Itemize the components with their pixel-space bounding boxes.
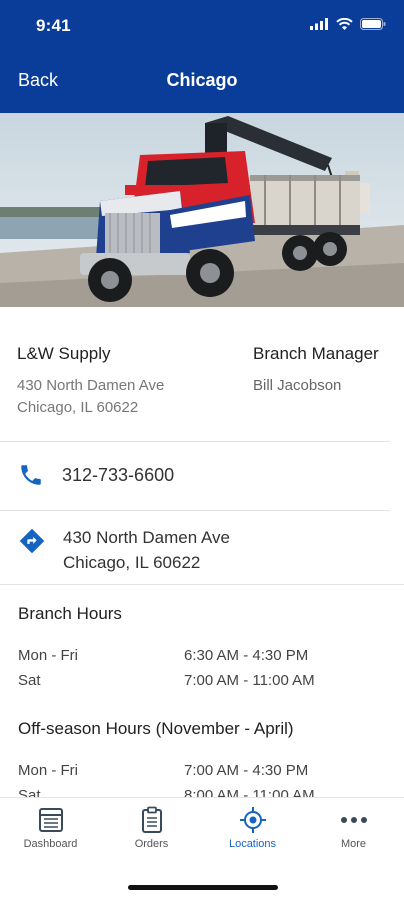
status-icons xyxy=(310,18,386,30)
status-time: 9:41 xyxy=(36,16,71,35)
battery-icon xyxy=(360,18,386,30)
dashboard-icon xyxy=(38,808,63,832)
wifi-icon xyxy=(336,18,353,30)
hours-time: 7:00 AM - 11:00 AM xyxy=(184,672,315,689)
branch-address-line2: Chicago, IL 60622 xyxy=(17,399,139,416)
tab-label: Orders xyxy=(134,838,169,850)
tab-label: Dashboard xyxy=(23,838,78,850)
hours-day: Mon - Fri xyxy=(18,762,78,779)
hours-time: 7:00 AM - 4:30 PM xyxy=(184,762,309,779)
app-header: 9:41 Back Chicago xyxy=(0,0,404,113)
clipboard-icon xyxy=(141,806,162,833)
branch-address-line1: 430 North Damen Ave xyxy=(17,377,165,394)
location-target-icon xyxy=(239,807,266,833)
branch-info: L&W Supply 430 North Damen Ave Chicago, … xyxy=(0,307,404,441)
tab-orders[interactable]: Orders xyxy=(101,806,202,858)
more-dots-icon xyxy=(340,817,367,823)
hours-day: Sat xyxy=(18,787,41,797)
manager-title: Branch Manager xyxy=(253,344,379,363)
home-indicator[interactable] xyxy=(128,885,278,890)
phone-number[interactable]: 312-733-6600 xyxy=(62,465,174,486)
company-name: L&W Supply xyxy=(17,344,111,363)
back-button[interactable]: Back xyxy=(18,70,58,91)
manager-name: Bill Jacobson xyxy=(253,377,342,394)
hours-time: 8:00 AM - 11:00 AM xyxy=(184,787,315,797)
page-title: Chicago xyxy=(166,70,238,90)
hours-day: Sat xyxy=(18,672,41,689)
branch-photo xyxy=(0,113,404,307)
status-bar: 9:41 xyxy=(0,0,404,52)
branch-details: L&W Supply 430 North Damen Ave Chicago, … xyxy=(0,307,404,797)
tab-more[interactable]: More xyxy=(303,806,404,858)
divider xyxy=(0,584,404,585)
directions-row[interactable]: 430 North Damen Ave Chicago, IL 60622 xyxy=(0,511,404,591)
tab-locations[interactable]: Locations xyxy=(202,806,303,858)
tab-label: More xyxy=(340,838,367,850)
branch-hours-title: Branch Hours xyxy=(18,604,122,623)
phone-row[interactable]: 312-733-6600 xyxy=(0,442,404,510)
directions-address-line1: 430 North Damen Ave xyxy=(63,528,230,547)
directions-address-line2: Chicago, IL 60622 xyxy=(63,553,201,572)
directions-icon xyxy=(18,527,46,560)
hours-day: Mon - Fri xyxy=(18,647,78,664)
hours-time: 6:30 AM - 4:30 PM xyxy=(184,647,309,664)
phone-icon xyxy=(18,462,44,493)
signal-icon xyxy=(310,18,328,30)
truck-photo xyxy=(0,113,404,307)
tab-dashboard[interactable]: Dashboard xyxy=(0,806,101,858)
tab-label: Locations xyxy=(228,838,277,850)
offseason-hours-title: Off-season Hours (November - April) xyxy=(18,719,294,738)
